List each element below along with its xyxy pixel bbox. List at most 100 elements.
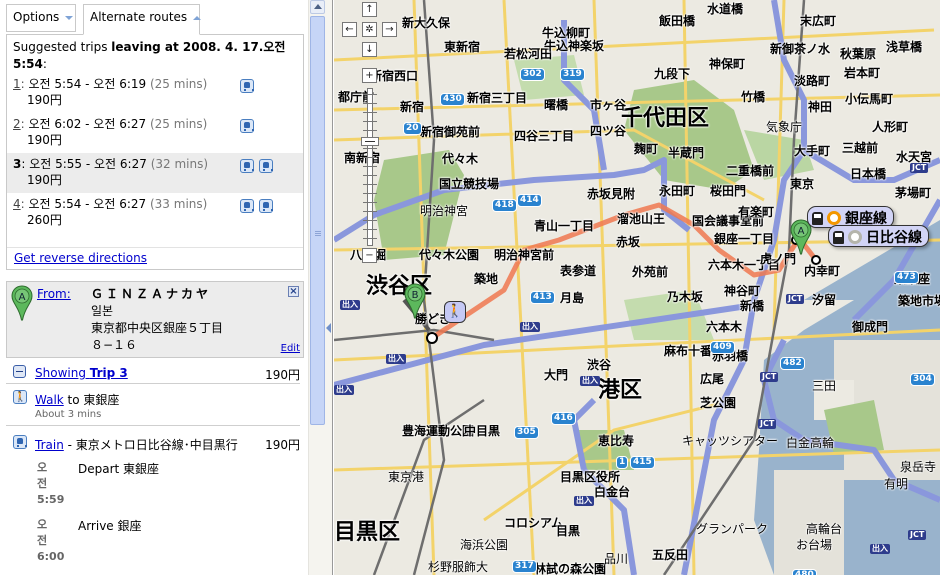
- place-label: 新宿御苑前: [420, 125, 481, 139]
- zoom-slider-thumb[interactable]: [361, 137, 379, 146]
- suggested-suffix: :: [42, 57, 47, 71]
- zoom-tick[interactable]: [363, 184, 377, 186]
- place-label: 青山一丁目: [534, 219, 595, 233]
- place-label: 麻布十番: [664, 344, 713, 358]
- trip-option-1[interactable]: 1: 오전 5:54 - 오전 6:19 (25 mins) 190円: [7, 73, 303, 113]
- place-country: 일본: [91, 304, 114, 318]
- place-label: 四ツ谷: [590, 124, 627, 138]
- zoom-tick[interactable]: [363, 157, 377, 159]
- place-label: 杉野服飾大: [428, 560, 489, 574]
- showing-trip-link[interactable]: Showing Trip 3: [35, 366, 128, 380]
- trip-number-link[interactable]: 4: [13, 197, 21, 211]
- place-label: 築地市場: [898, 294, 940, 308]
- panel-divider[interactable]: [325, 0, 333, 575]
- tab-alternate-routes[interactable]: Alternate routes: [83, 4, 202, 35]
- zoom-tick[interactable]: [363, 103, 377, 105]
- tab-options[interactable]: Options: [6, 4, 76, 32]
- zoom-tick[interactable]: [363, 175, 377, 177]
- zoom-tick[interactable]: [363, 94, 377, 96]
- edit-link[interactable]: Edit: [281, 343, 300, 354]
- line-bubble-hibiya[interactable]: 日比谷線: [828, 225, 929, 247]
- map-canvas[interactable]: 渋谷区 千代田区 港区 目黒区 新大久保 東新宿 若松河田 牛込柳町 牛込神楽坂…: [334, 0, 940, 575]
- zoom-tick[interactable]: [363, 238, 377, 240]
- zoom-tick[interactable]: [363, 229, 377, 231]
- place-label: 泉岳寺: [900, 460, 937, 474]
- walk-bubble-icon[interactable]: 🚶: [444, 301, 466, 323]
- place-label: 明治神宮: [420, 204, 469, 218]
- route-shield: 415: [630, 456, 655, 469]
- zoom-tick[interactable]: [363, 148, 377, 150]
- pan-left-button[interactable]: ←: [342, 22, 357, 37]
- place-label: 林試の森公園: [534, 562, 607, 575]
- maps-window: Options Alternate routes Suggested trips…: [0, 0, 940, 575]
- from-label-link[interactable]: From:: [37, 287, 71, 301]
- pan-up-button[interactable]: ↑: [362, 2, 377, 17]
- trip-total-price: 190円: [265, 368, 300, 382]
- station-shibuya: [426, 332, 438, 344]
- trip-option-3[interactable]: 3: 오전 5:55 - 오전 6:27 (32 mins) 190円: [7, 153, 303, 193]
- panel-scrollbar[interactable]: [308, 0, 325, 575]
- train-icon: [259, 158, 273, 173]
- exit-badge: 出入: [870, 544, 890, 554]
- train-link[interactable]: Train: [35, 438, 64, 452]
- place-label: 汐留: [812, 293, 837, 307]
- place-label: 新宿西口: [370, 69, 419, 83]
- place-name: ＧＩＮＺＡナカヤ: [91, 287, 212, 301]
- zoom-tick[interactable]: [363, 121, 377, 123]
- place-address-line2: ８−１６: [91, 338, 138, 352]
- zoom-tick[interactable]: [363, 193, 377, 195]
- scrollbar-thumb[interactable]: [310, 16, 325, 425]
- jct-badge: JCT: [786, 294, 805, 304]
- place-label: 東新宿: [444, 40, 481, 54]
- place-label: 御成門: [852, 320, 889, 334]
- walk-step-label: Walk to 東銀座: [35, 391, 119, 408]
- collapse-icon[interactable]: [13, 365, 26, 378]
- place-label: 赤坂: [616, 235, 641, 249]
- line-color-dot: [848, 230, 862, 244]
- place-label: 広尾: [700, 372, 725, 386]
- place-label: 銀座一丁目: [714, 232, 775, 246]
- trip-duration: (25 mins): [149, 77, 208, 91]
- place-label: 高輪台: [806, 522, 843, 536]
- walk-link[interactable]: Walk: [35, 393, 64, 407]
- pan-center-button[interactable]: ✲: [362, 22, 377, 37]
- zoom-in-button[interactable]: +: [362, 68, 377, 83]
- zoom-tick[interactable]: [363, 166, 377, 168]
- zoom-tick[interactable]: [363, 211, 377, 213]
- train-icon: [240, 198, 254, 213]
- trip-option-2[interactable]: 2: 오전 6:02 - 오전 6:27 (25 mins) 190円: [7, 113, 303, 153]
- route-shield: 302: [520, 68, 545, 81]
- zoom-tick[interactable]: [363, 112, 377, 114]
- scroll-up-button[interactable]: [310, 0, 325, 14]
- place-label: 乃木坂: [667, 290, 704, 304]
- close-icon[interactable]: ×: [288, 286, 299, 297]
- place-label: 浅草橋: [886, 40, 923, 54]
- showing-trip-name: Trip 3: [89, 366, 128, 380]
- pan-down-button[interactable]: ↓: [362, 42, 377, 57]
- trip-option-4[interactable]: 4: 오전 5:54 - 오전 6:27 (33 mins) 260円: [7, 193, 303, 233]
- reverse-directions-link[interactable]: Get reverse directions: [14, 251, 147, 265]
- exit-badge: 出入: [574, 496, 594, 506]
- stop-description: Arrive 銀座: [78, 519, 142, 533]
- place-label: 品川: [604, 552, 629, 566]
- trip-duration: (32 mins): [150, 157, 209, 171]
- place-label: 新大久保: [402, 16, 451, 30]
- trip-number-link[interactable]: 1: [13, 77, 21, 91]
- zoom-tick[interactable]: [363, 202, 377, 204]
- zoom-tick[interactable]: [363, 220, 377, 222]
- zoom-out-button[interactable]: −: [362, 248, 377, 263]
- place-label: 桜田門: [710, 184, 747, 198]
- collapse-panel-icon[interactable]: [326, 323, 331, 333]
- place-label: お台場: [796, 538, 833, 552]
- route-shield: 418: [492, 199, 517, 212]
- exit-badge: 出入: [340, 300, 360, 310]
- route-shield: 304: [910, 373, 935, 386]
- marker-b-icon[interactable]: B: [404, 283, 426, 319]
- jct-badge: JCT: [758, 419, 777, 429]
- zoom-tick[interactable]: [363, 130, 377, 132]
- place-label: 九段下: [654, 67, 691, 81]
- pan-right-button[interactable]: →: [382, 22, 397, 37]
- trip-number-link[interactable]: 2: [13, 117, 21, 131]
- suggested-trips-heading: Suggested trips leaving at 2008. 4. 17.오…: [7, 35, 303, 73]
- grip-icon: [315, 231, 321, 236]
